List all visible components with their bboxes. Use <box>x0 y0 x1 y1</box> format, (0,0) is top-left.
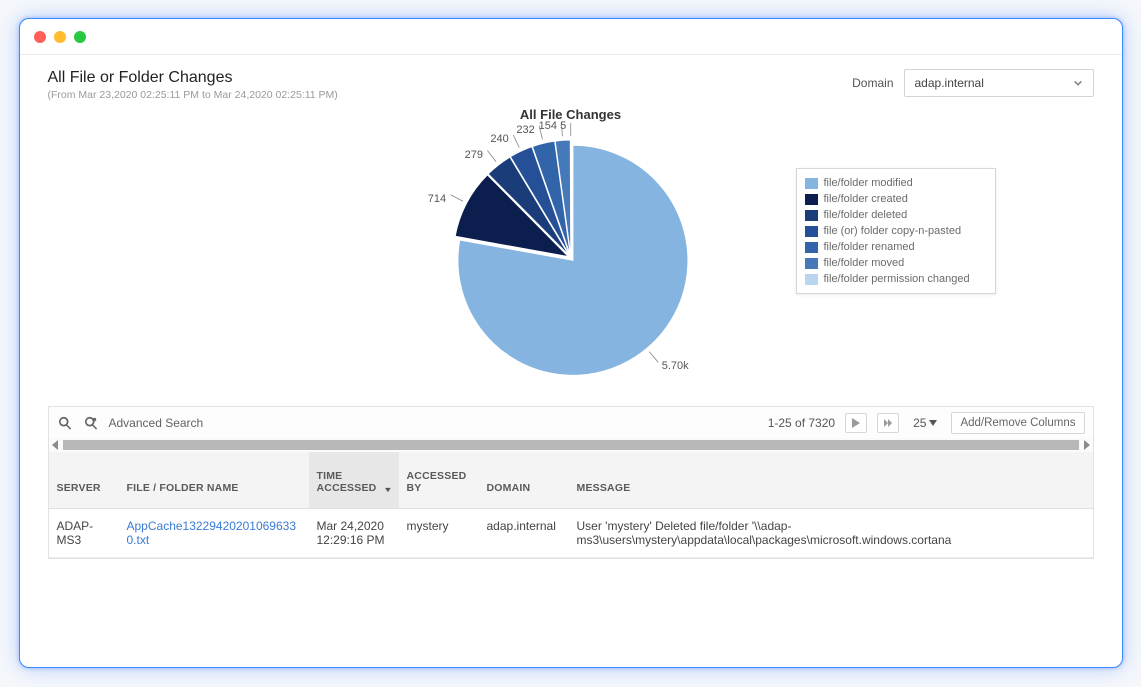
add-remove-columns-button[interactable]: Add/Remove Columns <box>951 412 1084 434</box>
chart-legend: file/folder modified file/folder created f… <box>796 168 996 294</box>
legend-swatch <box>805 226 818 237</box>
app-window: All File or Folder Changes (From Mar 23,… <box>19 18 1123 668</box>
domain-picker: Domain adap.internal <box>852 69 1093 97</box>
cell-file-link[interactable]: AppCache132294202010696330.txt <box>119 509 309 557</box>
pie-slice-label: 240 <box>490 133 508 145</box>
legend-swatch <box>805 258 818 269</box>
scroll-thumb[interactable] <box>63 440 1079 450</box>
col-domain[interactable]: DOMAIN <box>479 452 569 508</box>
caret-down-icon <box>929 420 937 426</box>
page-header: All File or Folder Changes (From Mar 23,… <box>48 69 1094 101</box>
window-titlebar <box>20 19 1122 55</box>
cell-accessed-by: mystery <box>399 509 479 557</box>
pager-text: 1-25 of 7320 <box>768 416 835 430</box>
search-settings-icon[interactable] <box>83 415 99 431</box>
chevron-down-icon <box>1073 78 1083 88</box>
chart-title: All File Changes <box>48 107 1094 122</box>
legend-item[interactable]: file/folder permission changed <box>805 271 987 287</box>
results-table: SERVER FILE / FOLDER NAME TIME ACCESSED … <box>48 452 1094 559</box>
table-row[interactable]: ADAP-MS3AppCache132294202010696330.txtMa… <box>49 509 1093 558</box>
search-icon[interactable] <box>57 415 73 431</box>
scroll-right-icon[interactable] <box>1081 440 1091 450</box>
legend-item[interactable]: file/folder created <box>805 191 987 207</box>
domain-select[interactable]: adap.internal <box>904 69 1094 97</box>
page-date-range: (From Mar 23,2020 02:25:11 PM to Mar 24,… <box>48 89 338 101</box>
col-message[interactable]: MESSAGE <box>569 452 1093 508</box>
cell-server: ADAP-MS3 <box>49 509 119 557</box>
page-content: All File or Folder Changes (From Mar 23,… <box>20 55 1122 667</box>
col-accessed-by[interactable]: ACCESSED BY <box>399 452 479 508</box>
pie-slice-label: 232 <box>516 124 534 136</box>
legend-item[interactable]: file/folder deleted <box>805 207 987 223</box>
pie-slice-label: 279 <box>465 149 483 161</box>
domain-label: Domain <box>852 76 893 90</box>
col-file[interactable]: FILE / FOLDER NAME <box>119 452 309 508</box>
table-header-row: SERVER FILE / FOLDER NAME TIME ACCESSED … <box>49 452 1093 509</box>
page-size-value: 25 <box>913 416 926 430</box>
legend-item[interactable]: file (or) folder copy-n-pasted <box>805 223 987 239</box>
sort-desc-icon <box>385 486 391 494</box>
pie-slice-label: 5 <box>560 120 566 132</box>
legend-item[interactable]: file/folder moved <box>805 255 987 271</box>
advanced-search-link[interactable]: Advanced Search <box>109 416 204 430</box>
page-title: All File or Folder Changes <box>48 69 338 87</box>
legend-swatch <box>805 194 818 205</box>
legend-item[interactable]: file/folder renamed <box>805 239 987 255</box>
pie-slice-label: 5.70k <box>662 360 689 372</box>
page-size-select[interactable]: 25 <box>909 416 941 430</box>
domain-selected-value: adap.internal <box>915 76 984 90</box>
table-horizontal-scrollbar[interactable] <box>48 438 1094 452</box>
col-server[interactable]: SERVER <box>49 452 119 508</box>
pager-next-button[interactable] <box>845 413 867 433</box>
table-toolbar: Advanced Search 1-25 of 7320 25 Add/Remo… <box>48 406 1094 438</box>
legend-swatch <box>805 178 818 189</box>
legend-swatch <box>805 274 818 285</box>
chart-area: All File Changes file/folder modified fil… <box>48 107 1094 398</box>
pie-svg <box>336 123 806 393</box>
legend-label: file/folder moved <box>824 257 905 269</box>
window-zoom-button[interactable] <box>74 31 86 43</box>
window-close-button[interactable] <box>34 31 46 43</box>
pager-last-button[interactable] <box>877 413 899 433</box>
legend-item[interactable]: file/folder modified <box>805 175 987 191</box>
cell-time: Mar 24,2020 12:29:16 PM <box>309 509 399 557</box>
legend-label: file/folder deleted <box>824 209 908 221</box>
pie-slice-label: 154 <box>539 120 557 132</box>
legend-label: file/folder created <box>824 193 908 205</box>
legend-label: file (or) folder copy-n-pasted <box>824 225 962 237</box>
pie-slice-label: 714 <box>428 193 446 205</box>
col-time-accessed[interactable]: TIME ACCESSED <box>309 452 399 508</box>
scroll-left-icon[interactable] <box>51 440 61 450</box>
legend-label: file/folder permission changed <box>824 273 970 285</box>
legend-swatch <box>805 210 818 221</box>
cell-domain: adap.internal <box>479 509 569 557</box>
legend-swatch <box>805 242 818 253</box>
legend-label: file/folder modified <box>824 177 913 189</box>
legend-label: file/folder renamed <box>824 241 915 253</box>
cell-message: User 'mystery' Deleted file/folder '\\ad… <box>569 509 1093 557</box>
window-minimize-button[interactable] <box>54 31 66 43</box>
pie-chart: file/folder modifiedfile/folder createdf… <box>336 128 806 388</box>
